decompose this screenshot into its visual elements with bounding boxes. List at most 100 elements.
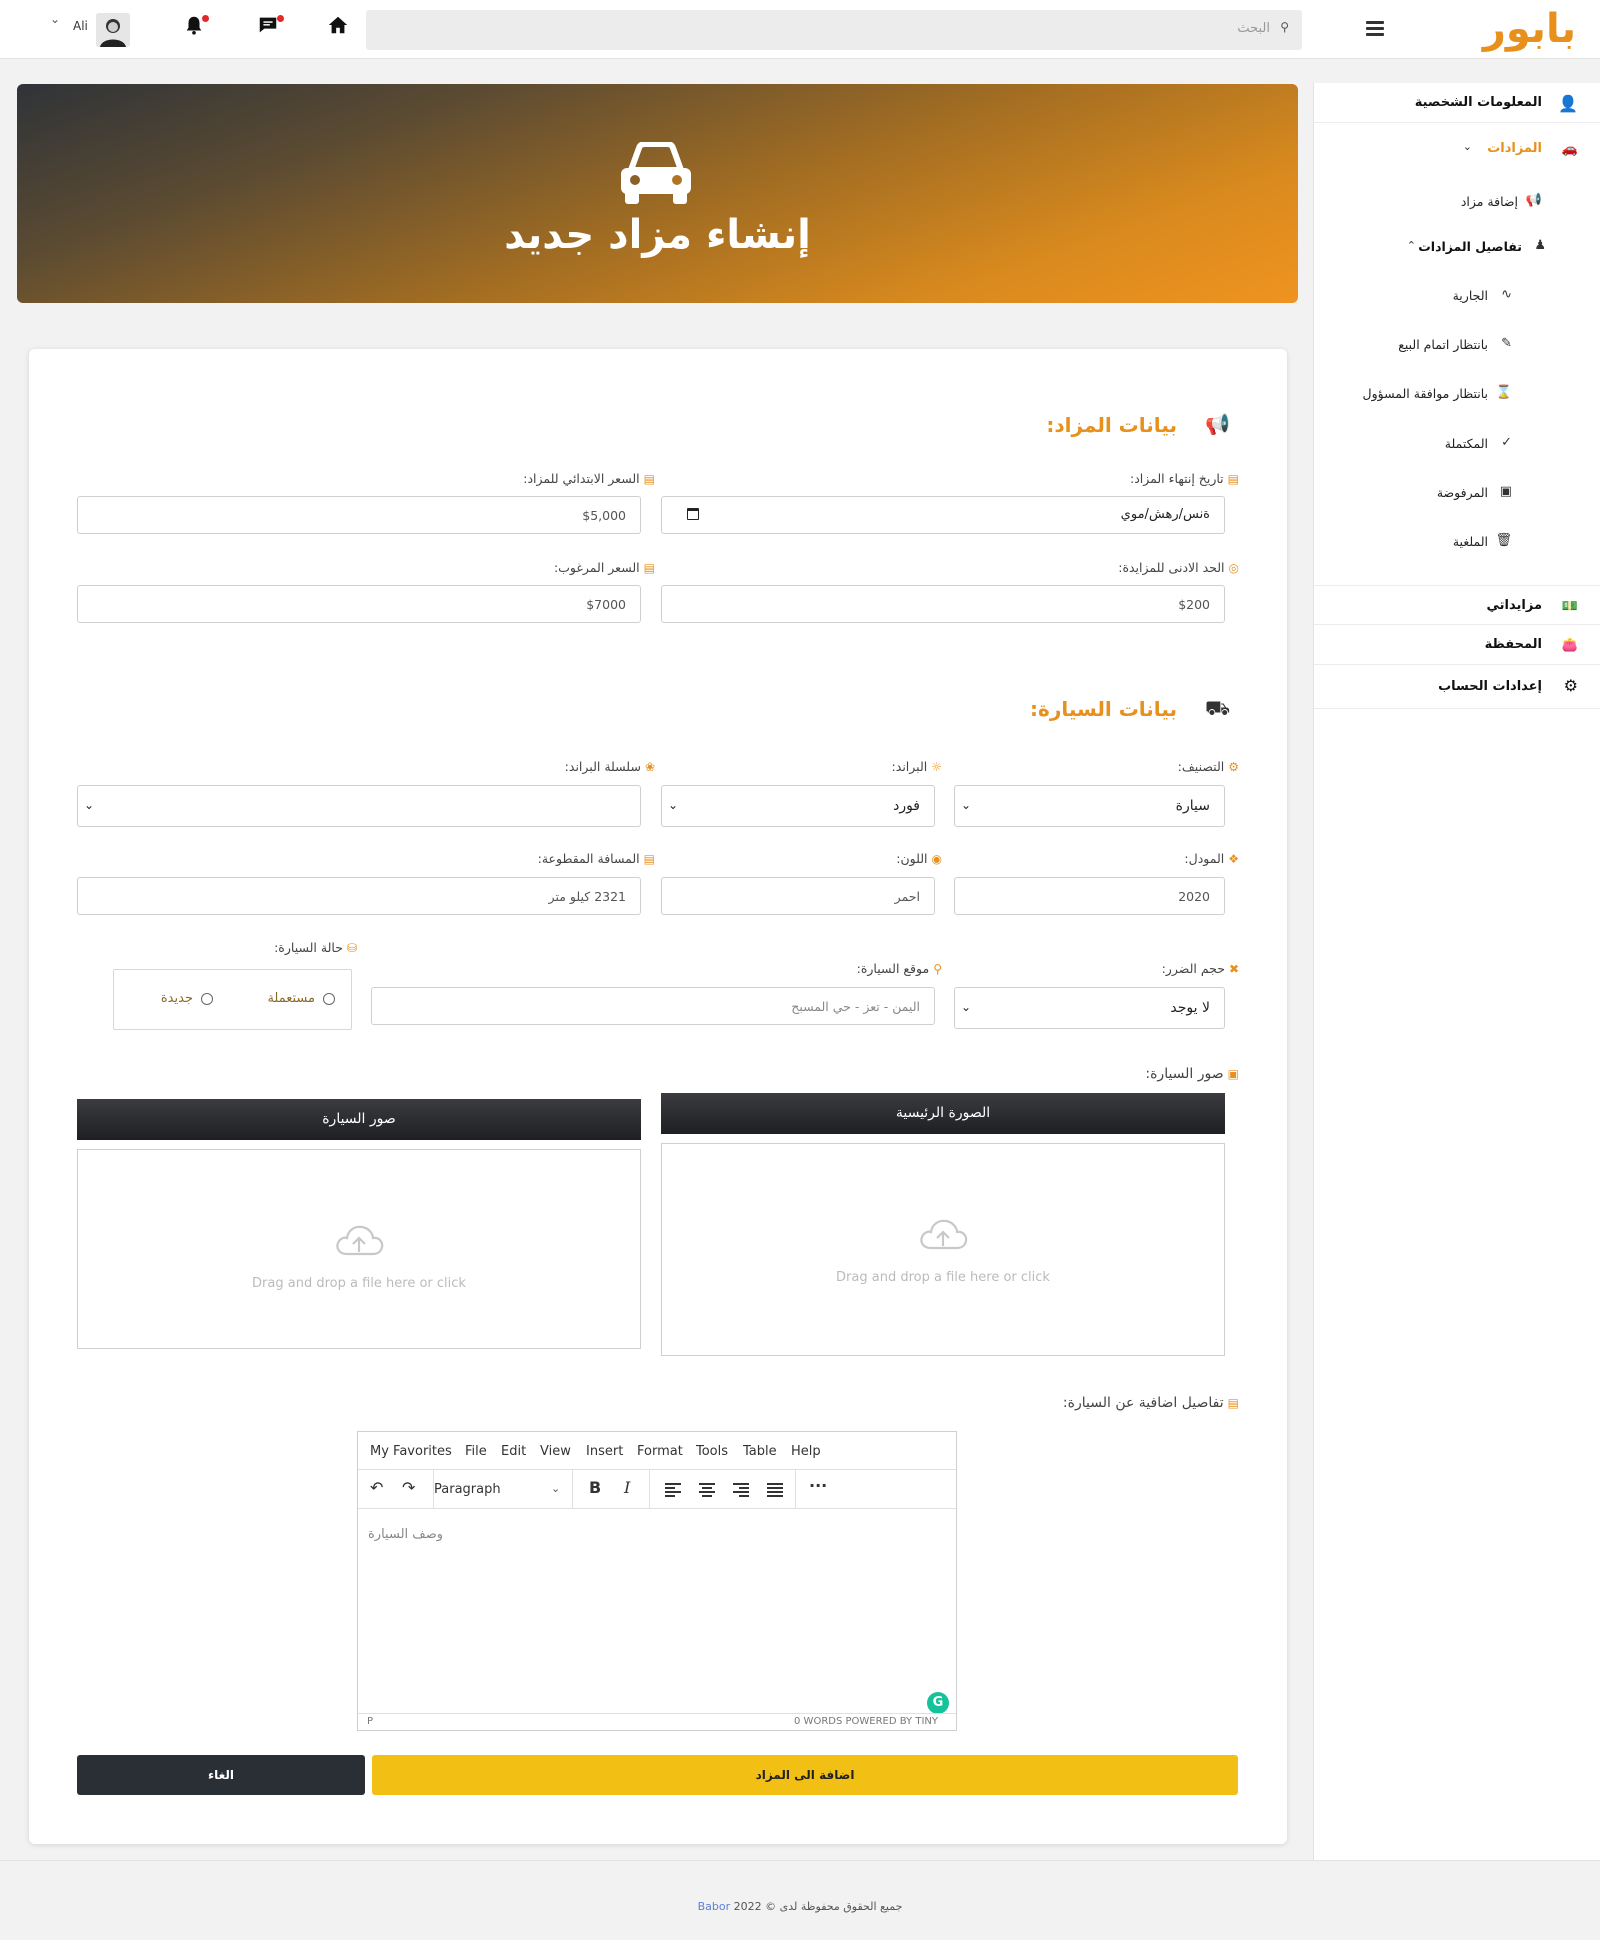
grammarly-icon[interactable]: G [927,1692,949,1714]
sidebar-item-my-bids[interactable]: 💵 مزايداتي [1314,585,1600,625]
top-bar: بابور ⚲ البحث Ali ⌄ [0,0,1600,59]
logo[interactable]: بابور [1483,6,1577,52]
car-icon [617,141,695,204]
category-value: سيارة [1175,798,1210,814]
series-select[interactable]: ⌄ [77,785,641,827]
menu-file[interactable]: File [465,1444,487,1459]
sidebar-item-label: إضافة مزاد [1460,194,1518,209]
element-path[interactable]: P [367,1716,373,1727]
check-icon: ✓ [1501,435,1512,450]
more-icon[interactable]: ··· [809,1476,827,1495]
username[interactable]: Ali [73,19,88,33]
chevron-down-icon[interactable]: ⌄ [50,12,60,26]
sidebar-item-awaiting-sale[interactable]: ✎ بانتظار اتمام البيع [1314,330,1600,360]
align-left-icon[interactable] [665,1483,681,1497]
sidebar-item-wallet[interactable]: 👛 المحفظة [1314,625,1600,665]
car-images-dropzone[interactable]: Drag and drop a file here or click [77,1149,641,1349]
chat-icon[interactable] [255,14,284,40]
sidebar-item-label: المكتملة [1444,436,1488,451]
end-date-field[interactable]: ةنس/رهش/موي [661,496,1225,534]
search-input[interactable]: ⚲ البحث [366,10,1302,50]
undo-icon[interactable]: ↶ [370,1478,383,1497]
menu-my-favorites[interactable]: My Favorites [370,1444,452,1459]
sidebar-item-label: الملغية [1452,534,1488,549]
align-justify-icon[interactable] [767,1483,783,1497]
car-icon: 🚗 [1561,142,1578,157]
chevron-down-icon[interactable]: ⌄ [551,1482,560,1495]
desired-price-label: ▤السعر المرغوب: [553,560,655,575]
condition-radio-group: مستعملة جديدة [113,969,352,1030]
calendar-icon: ▤ [1227,472,1239,486]
menu-help[interactable]: Help [791,1444,821,1459]
sidebar-item-completed[interactable]: ✓ المكتملة [1314,429,1600,459]
min-bid-label: ◎الحد الادنى للمزايدة: [1118,560,1239,575]
bell-icon[interactable] [181,14,209,40]
sidebar-item-profile[interactable]: 👤 المعلومات الشخصية [1314,83,1600,123]
archive-icon: ▣ [1499,484,1512,499]
avatar[interactable] [96,13,130,47]
sidebar-item-add-auction[interactable]: 📢 إضافة مزاد [1314,187,1600,217]
sidebar-item-rejected[interactable]: ▣ المرفوضة [1314,478,1600,508]
sidebar-item-auctions[interactable]: 🚗 المزادات ⌄ [1314,129,1600,169]
start-price-field[interactable]: $5,000 [77,496,641,534]
end-date-label: ▤تاريخ إنتهاء المزاد: [1130,471,1239,486]
main-image-dropzone[interactable]: Drag and drop a file here or click [661,1143,1225,1356]
location-field[interactable]: اليمن - تعز - حي المسبح [371,987,935,1025]
tools-icon: ✖ [1228,962,1239,976]
block-format-select[interactable]: Paragraph [434,1482,501,1497]
map-pin-icon: ⚲ [933,962,942,976]
desired-price-field[interactable]: $7000 [77,585,641,623]
sidebar-item-label: بانتظار اتمام البيع [1398,337,1488,352]
bold-icon[interactable]: B [589,1478,601,1497]
editor-statusbar: P 0 WORDS POWERED BY TINY [358,1713,956,1730]
upload-cloud-icon [336,1225,384,1256]
min-bid-field[interactable]: $200 [661,585,1225,623]
start-price-value: $5,000 [582,508,626,523]
align-right-icon[interactable] [733,1483,749,1497]
menu-edit[interactable]: Edit [501,1444,526,1459]
gauge-icon: ▤ [643,852,655,866]
hourglass-icon: ⌛ [1495,385,1512,400]
editor-body[interactable]: وصف السيارة [358,1509,956,1713]
category-select[interactable]: سيارة ⌄ [954,785,1225,827]
mileage-field[interactable]: 2321 كيلو متر [77,877,641,915]
menu-format[interactable]: Format [637,1444,683,1459]
condition-new-radio[interactable]: جديدة [161,991,213,1006]
sidebar-item-cancelled[interactable]: 🗑 الملغية [1314,527,1600,557]
search-icon: ⚲ [1280,20,1289,34]
megaphone-icon: 📢 [1205,412,1230,436]
calendar-picker-icon[interactable] [687,508,699,520]
damage-select[interactable]: لا يوجد ⌄ [954,987,1225,1029]
home-icon[interactable] [325,14,351,40]
price-tag-icon: ▤ [643,472,655,486]
truck-icon: ⛟ [1205,696,1231,720]
rich-text-editor[interactable]: My Favorites File Edit View Insert Forma… [357,1431,957,1731]
color-field[interactable]: احمر [661,877,935,915]
model-field[interactable]: 2020 [954,877,1225,915]
sidebar-item-awaiting-approval[interactable]: ⌛ بانتظار موافقة المسؤول [1314,379,1600,409]
sidebar-item-settings[interactable]: ⚙ إعدادات الحساب [1314,665,1600,709]
cancel-button[interactable]: الغاء [77,1755,365,1795]
coin-icon: ◎ [1228,561,1239,575]
menu-table[interactable]: Table [743,1444,777,1459]
category-label: ⚙التصنيف: [1177,759,1239,774]
dropzone-text: Drag and drop a file here or click [252,1276,466,1291]
sidebar-item-running[interactable]: ∿ الجارية [1314,281,1600,311]
chevron-down-icon: ⌄ [961,1000,972,1014]
menu-icon[interactable] [1366,21,1384,37]
redo-icon[interactable]: ↷ [402,1478,415,1497]
brand-select[interactable]: فورد ⌄ [661,785,935,827]
color-label: ◉اللون: [896,851,942,866]
align-center-icon[interactable] [699,1483,715,1497]
add-to-auction-button[interactable]: اضافة الى المزاد [372,1755,1238,1795]
section-title-auction: بيانات المزاد: [1046,413,1177,437]
menu-view[interactable]: View [540,1444,571,1459]
editor-menubar: My Favorites File Edit View Insert Forma… [358,1432,956,1470]
mileage-value: 2321 كيلو متر [548,889,626,904]
menu-insert[interactable]: Insert [586,1444,623,1459]
footer-brand-link[interactable]: Babor [698,1900,731,1913]
menu-tools[interactable]: Tools [696,1444,728,1459]
sidebar-item-auction-details[interactable]: ♟ تفاصيل المزادات ⌃ [1314,232,1600,262]
condition-used-radio[interactable]: مستعملة [267,991,335,1006]
italic-icon[interactable]: I [624,1478,630,1497]
